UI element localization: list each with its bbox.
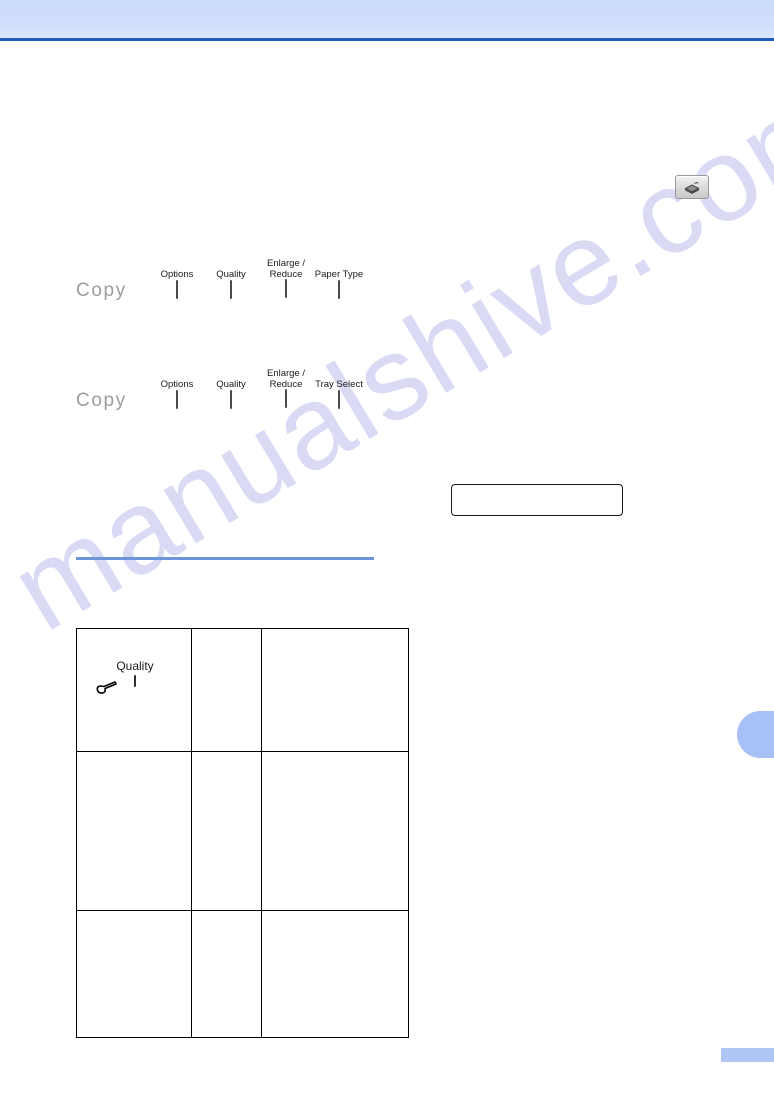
key-cap[interactable] [134, 675, 136, 687]
key-label: Enlarge / Reduce [266, 258, 306, 280]
key-cap[interactable] [338, 389, 340, 409]
table-cell [191, 628, 262, 752]
key-label: Options [160, 379, 194, 390]
control-panel-diagram-1: Copy Options Quality Enlarge / Reduce Pa… [76, 258, 386, 320]
table-cell [261, 751, 409, 911]
key-cap[interactable] [285, 279, 287, 298]
key-options[interactable]: Options [155, 269, 199, 299]
key-enlarge-reduce[interactable]: Enlarge / Reduce [257, 368, 315, 408]
hand-cursor-icon [95, 677, 121, 701]
table-cell [191, 751, 262, 911]
manual-page: manualshive.com Copy Options Quality Enl… [0, 0, 774, 1094]
table-cell [191, 910, 262, 1038]
key-cap[interactable] [230, 279, 232, 299]
settings-table: Quality [76, 628, 409, 1038]
key-cap[interactable] [285, 389, 287, 408]
table-cell [261, 628, 409, 752]
table-cell [76, 910, 192, 1038]
table-row: Quality [76, 628, 409, 752]
table-cell [261, 910, 409, 1038]
control-panel-diagram-2: Copy Options Quality Enlarge / Reduce Tr… [76, 368, 386, 430]
key-cap[interactable] [176, 389, 178, 409]
section-divider [76, 557, 374, 560]
key-label: Quality [116, 659, 154, 673]
key-cap[interactable] [230, 389, 232, 409]
key-quality[interactable]: Quality [209, 269, 253, 299]
header-banner [0, 0, 774, 38]
lcd-display-box [451, 484, 623, 516]
table-cell-quality-key: Quality [76, 628, 192, 752]
copy-wordmark: Copy [76, 280, 127, 301]
key-label: Quality [216, 379, 246, 390]
printer-copy-icon [683, 180, 701, 194]
key-label: Quality [216, 269, 246, 280]
key-cap[interactable] [176, 279, 178, 299]
header-rule [0, 38, 774, 41]
key-label: Paper Type [314, 269, 364, 280]
table-row [76, 751, 409, 911]
table-row [76, 910, 409, 1038]
table-cell [76, 751, 192, 911]
key-options[interactable]: Options [155, 379, 199, 409]
copy-wordmark: Copy [76, 390, 127, 411]
key-label: Enlarge / Reduce [266, 368, 306, 390]
chapter-tab-marker [737, 711, 774, 758]
watermark: manualshive.com [0, 54, 774, 657]
key-tray-select[interactable]: Tray Select [310, 379, 368, 409]
key-quality[interactable]: Quality [209, 379, 253, 409]
footer-bar [721, 1048, 774, 1062]
printer-copy-icon-button[interactable] [675, 175, 709, 199]
key-label: Options [160, 269, 194, 280]
key-paper-type[interactable]: Paper Type [310, 269, 368, 299]
key-label: Tray Select [315, 379, 363, 390]
key-enlarge-reduce[interactable]: Enlarge / Reduce [257, 258, 315, 298]
key-cap[interactable] [338, 279, 340, 299]
